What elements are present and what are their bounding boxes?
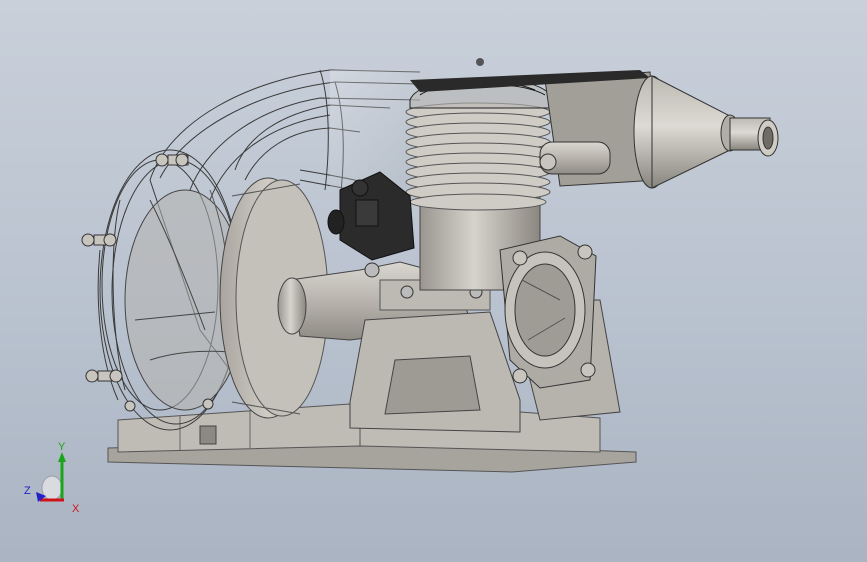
engine-assembly-model[interactable] (0, 0, 867, 562)
fin-stack (405, 102, 551, 211)
bolt-icon (81, 233, 117, 247)
coordinate-triad: Y Z X (24, 441, 80, 515)
y-axis-label: Y (58, 441, 66, 453)
bolt-icon (155, 153, 189, 167)
cad-viewport[interactable]: Y Z X (0, 0, 867, 562)
y-axis-arrow-icon (58, 452, 66, 462)
x-axis-label: X (72, 503, 80, 515)
bolt-icon (85, 369, 123, 383)
front-mount-ring (499, 235, 597, 389)
z-axis-label: Z (24, 485, 31, 497)
